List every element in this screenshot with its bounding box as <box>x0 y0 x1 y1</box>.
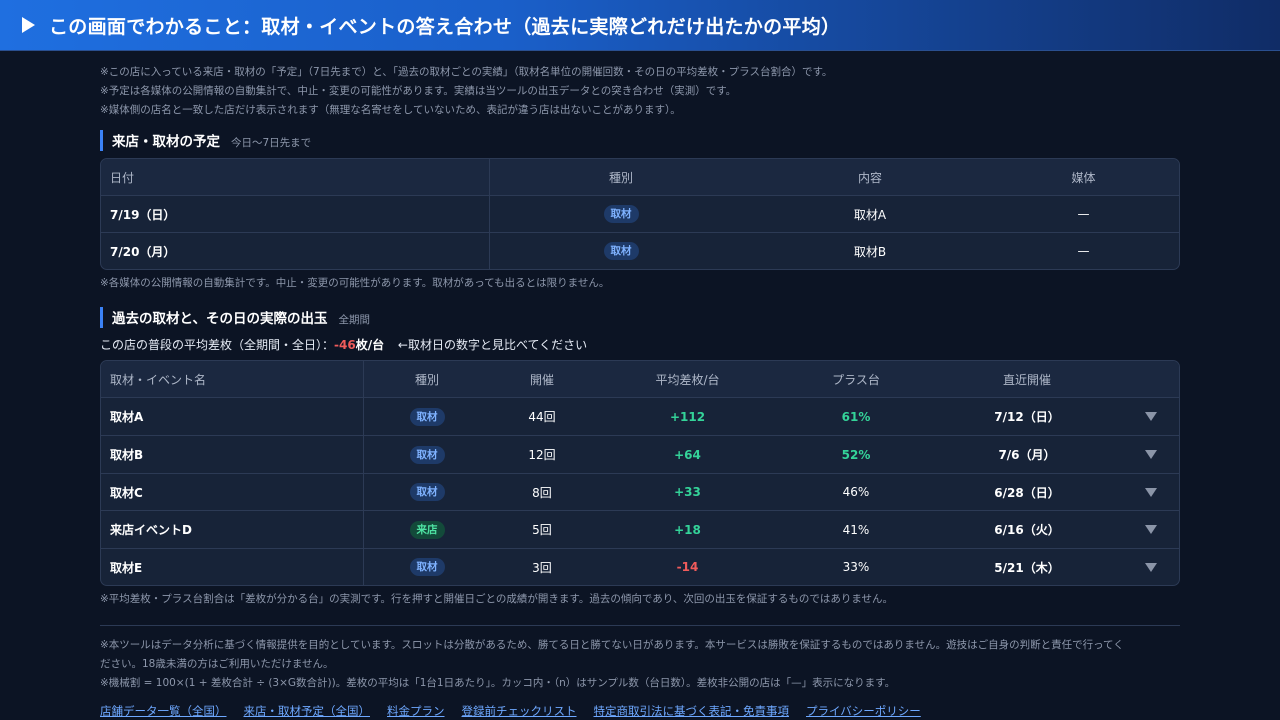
schedule-content: 取材A <box>853 207 887 222</box>
intro-note: ※媒体側の店名と一致した店だけ表示されます（無理な名寄せをしていないため、表記が… <box>100 104 681 116</box>
schedule-note: ※各媒体の公開情報の自動集計です。中止・変更の可能性があります。取材があっても出… <box>100 277 610 289</box>
intro-note: ※予定は各媒体の公開情報の自動集計で、中止・変更の可能性があります。実績は当ツー… <box>100 85 737 97</box>
event-count: 3回 <box>532 560 552 575</box>
event-name: 取材C <box>101 474 364 510</box>
history-note: ※平均差枚・プラス台割合は「差枚が分かる台」の実測です。行を押すと開催日ごとの成… <box>100 593 894 605</box>
store-average-label: この店の普段の平均差枚（全期間・全日）： <box>100 338 335 352</box>
chevron-down-icon[interactable] <box>1145 562 1157 572</box>
schedule-section-heading: 来店・取材の予定 今日〜7日先まで <box>100 130 1180 151</box>
page-header: この画面でわかること：取材・イベントの答え合わせ（過去に実際どれだけ出たかの平均… <box>0 0 1280 50</box>
play-icon <box>22 17 35 33</box>
schedule-header-row: 日付 種別 内容 媒体 <box>101 159 1179 195</box>
event-avg-diff: +33 <box>674 485 701 499</box>
history-row[interactable]: 来店イベントD 来店 5回 +18 41% 6/16（火） <box>101 510 1179 548</box>
event-plus-rate: 61% <box>841 409 871 424</box>
formula-text: ※機械割 = 100×(1 + 差枚合計 ÷ (3×G数合計))。差枚の平均は「… <box>100 677 896 689</box>
type-badge: 取材 <box>409 445 445 464</box>
event-name: 取材B <box>101 436 364 473</box>
page-title: この画面でわかること：取材・イベントの答え合わせ（過去に実際どれだけ出たかの平均… <box>49 15 841 38</box>
link-store-data[interactable]: 店舗データ一覧（全国） <box>100 703 227 719</box>
type-badge: 来店 <box>409 520 445 539</box>
schedule-media: — <box>1077 207 1090 221</box>
event-avg-diff: +112 <box>669 409 706 424</box>
store-average-line: この店の普段の平均差枚（全期間・全日）：-46枚/台 ←取材日の数字と見比べてく… <box>100 336 1180 353</box>
event-plus-rate: 33% <box>842 560 870 574</box>
event-avg-diff: -14 <box>676 560 699 574</box>
col-avg-diff: 平均差枚/台 <box>655 372 720 387</box>
schedule-date: 7/19（日） <box>101 196 490 232</box>
disclaimer-text: ださい。18歳未満の方はご利用いただけません。 <box>100 658 334 670</box>
schedule-date: 7/20（月） <box>101 233 490 269</box>
main-content: ※この店に入っている来店・取材の「予定」（7日先まで）と、「過去の取材ごとの実績… <box>100 50 1180 719</box>
link-legal[interactable]: 特定商取引法に基づく表記・免責事項 <box>594 703 790 719</box>
event-avg-diff: +18 <box>674 522 701 537</box>
event-recent: 7/12（日） <box>994 410 1060 424</box>
type-badge: 取材 <box>409 407 445 426</box>
type-badge: 取材 <box>409 558 445 576</box>
col-date: 日付 <box>101 159 490 195</box>
disclaimer-text: ※本ツールはデータ分析に基づく情報提供を目的としています。スロットは分散があるた… <box>100 639 1124 651</box>
event-recent: 6/16（火） <box>994 523 1060 537</box>
intro-notes: ※この店に入っている来店・取材の「予定」（7日先まで）と、「過去の取材ごとの実績… <box>100 63 1180 120</box>
event-count: 12回 <box>528 448 556 462</box>
history-subtitle: 全期間 <box>338 314 370 326</box>
event-plus-rate: 41% <box>842 522 870 537</box>
col-media: 媒体 <box>1071 170 1096 185</box>
schedule-title: 来店・取材の予定 <box>112 134 220 150</box>
footer-links: 店舗データ一覧（全国） 来店・取材予定（全国） 料金プラン 登録前チェックリスト… <box>100 703 1180 719</box>
history-section-heading: 過去の取材と、その日の実際の出玉 全期間 <box>100 307 1180 328</box>
footer-disclaimer: ※本ツールはデータ分析に基づく情報提供を目的としています。スロットは分散があるた… <box>100 636 1180 693</box>
col-event-name: 取材・イベント名 <box>101 361 364 397</box>
schedule-media: — <box>1077 244 1090 258</box>
chevron-down-icon[interactable] <box>1145 412 1157 421</box>
type-badge: 取材 <box>603 205 639 223</box>
link-checklist[interactable]: 登録前チェックリスト <box>462 703 577 719</box>
chevron-down-icon[interactable] <box>1145 487 1157 497</box>
event-count: 44回 <box>528 410 556 424</box>
schedule-row: 7/19（日） 取材 取材A — <box>101 195 1179 232</box>
history-header-row: 取材・イベント名 種別 開催 平均差枚/台 プラス台 直近開催 <box>101 361 1179 397</box>
history-table: 取材・イベント名 種別 開催 平均差枚/台 プラス台 直近開催 取材A 取材 4… <box>100 360 1180 586</box>
type-badge: 取材 <box>409 483 445 501</box>
col-content: 内容 <box>857 170 882 185</box>
schedule-table: 日付 種別 内容 媒体 7/19（日） 取材 取材A — 7/20（月） 取材 … <box>100 158 1180 270</box>
event-plus-rate: 52% <box>841 447 871 462</box>
schedule-subtitle: 今日〜7日先まで <box>231 137 312 149</box>
footer-divider <box>100 625 1180 626</box>
col-type: 種別 <box>608 170 633 185</box>
history-row[interactable]: 取材C 取材 8回 +33 46% 6/28（日） <box>101 473 1179 510</box>
history-row[interactable]: 取材A 取材 44回 +112 61% 7/12（日） <box>101 397 1179 435</box>
event-recent: 5/21（木） <box>994 560 1060 575</box>
col-recent: 直近開催 <box>1002 372 1051 387</box>
event-name: 来店イベントD <box>101 511 364 548</box>
link-privacy[interactable]: プライバシーポリシー <box>806 703 921 719</box>
history-title: 過去の取材と、その日の実際の出玉 <box>112 311 328 327</box>
schedule-content: 取材B <box>853 244 887 259</box>
event-name: 取材A <box>101 398 364 435</box>
history-row[interactable]: 取材B 取材 12回 +64 52% 7/6（月） <box>101 435 1179 473</box>
link-visit-schedule[interactable]: 来店・取材予定（全国） <box>244 703 371 719</box>
col-count: 開催 <box>529 372 554 387</box>
type-badge: 取材 <box>603 242 639 260</box>
col-type: 種別 <box>414 372 439 387</box>
event-recent: 6/28（日） <box>994 485 1060 500</box>
event-name: 取材E <box>101 549 364 585</box>
event-plus-rate: 46% <box>842 485 870 499</box>
store-average-unit: 枚/台 <box>355 338 385 352</box>
chevron-down-icon[interactable] <box>1145 450 1157 459</box>
schedule-row: 7/20（月） 取材 取材B — <box>101 232 1179 269</box>
link-pricing[interactable]: 料金プラン <box>387 703 445 719</box>
col-plus-rate: プラス台 <box>832 372 880 387</box>
event-avg-diff: +64 <box>674 447 701 462</box>
event-count: 8回 <box>532 485 552 500</box>
history-row[interactable]: 取材E 取材 3回 -14 33% 5/21（木） <box>101 548 1179 585</box>
event-recent: 7/6（月） <box>998 448 1056 462</box>
store-average-value: -46 <box>334 338 356 352</box>
store-average-hint: ←取材日の数字と見比べてください <box>397 338 588 352</box>
chevron-down-icon[interactable] <box>1145 525 1157 534</box>
event-count: 5回 <box>532 523 552 537</box>
intro-note: ※この店に入っている来店・取材の「予定」（7日先まで）と、「過去の取材ごとの実績… <box>100 66 833 78</box>
